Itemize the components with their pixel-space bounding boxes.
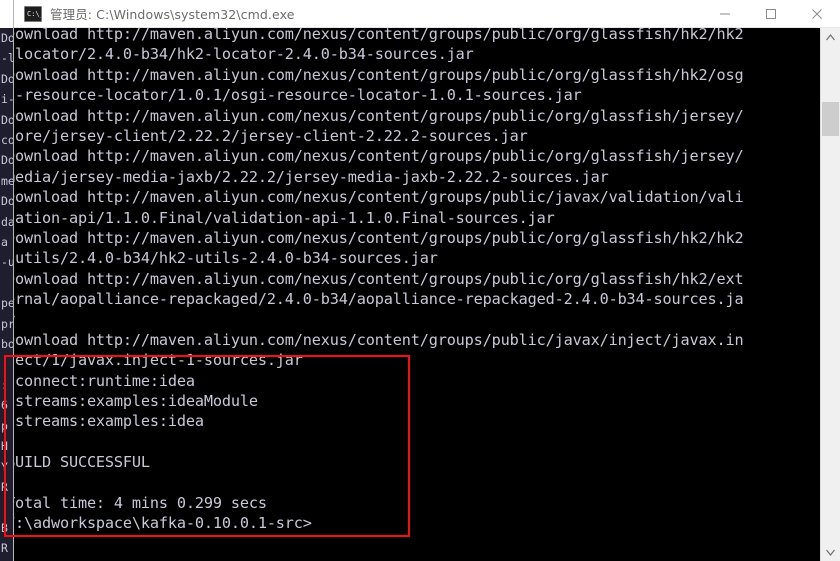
cmd-window[interactable]: C:\_ 管理员: C:\Windows\system32\cmd.exe xyxy=(14,0,840,561)
scroll-thumb[interactable] xyxy=(822,102,839,136)
console-line: F:\adworkspace\kafka-0.10.0.1-src> xyxy=(14,514,312,533)
console-line: Download http://maven.aliyun.com/nexus/c… xyxy=(14,228,744,247)
close-icon xyxy=(812,8,822,19)
console-line: Download http://maven.aliyun.com/nexus/c… xyxy=(14,28,744,43)
background-window-edge-text: Dow -lo Dow i-r Dow cor Dow med Dow da a… xyxy=(1,31,13,556)
scroll-up-arrow-icon[interactable] xyxy=(821,28,840,46)
close-button[interactable] xyxy=(794,0,840,28)
console-line: ject/1/javax.inject-1-sources.jar xyxy=(14,351,303,370)
console-line: dation-api/1.1.0.Final/validation-api-1.… xyxy=(14,208,555,227)
console-line: ernal/aopalliance-repackaged/2.4.0-b34/a… xyxy=(14,290,744,309)
console-line: BUILD SUCCESSFUL xyxy=(14,453,150,472)
minimize-icon xyxy=(720,13,730,14)
window-title: 管理员: C:\Windows\system32\cmd.exe xyxy=(50,7,295,22)
background-window[interactable]: Dow -lo Dow i-r Dow cor Dow med Dow da a… xyxy=(0,0,14,561)
console-line: core/jersey-client/2.22.2/jersey-client-… xyxy=(14,126,528,145)
console-line: :connect:runtime:idea xyxy=(14,371,195,390)
console-line: :streams:examples:ideaModule xyxy=(14,392,258,411)
console-line: -utils/2.4.0-b34/hk2-utils-2.4.0-b34-sou… xyxy=(14,249,438,268)
maximize-button[interactable] xyxy=(748,0,794,28)
screen-root: Dow -lo Dow i-r Dow cor Dow med Dow da a… xyxy=(0,0,840,561)
console-line: Download http://maven.aliyun.com/nexus/c… xyxy=(14,65,744,84)
cmd-console-icon: C:\_ xyxy=(24,5,42,22)
maximize-icon xyxy=(766,8,776,19)
window-controls xyxy=(702,0,840,28)
console-line: i-resource-locator/1.0.1/osgi-resource-l… xyxy=(14,86,582,105)
console-line: media/jersey-media-jaxb/2.22.2/jersey-me… xyxy=(14,167,609,186)
console-line: Download http://maven.aliyun.com/nexus/c… xyxy=(14,106,744,125)
console-line: Download http://maven.aliyun.com/nexus/c… xyxy=(14,147,744,166)
console-line: Total time: 4 mins 0.299 secs xyxy=(14,493,267,512)
title-bar[interactable]: C:\_ 管理员: C:\Windows\system32\cmd.exe xyxy=(14,0,840,28)
console-line: -locator/2.4.0-b34/hk2-locator-2.4.0-b34… xyxy=(14,45,474,64)
scroll-down-arrow-icon[interactable] xyxy=(821,543,840,561)
console-line: r xyxy=(14,309,836,329)
console-line: Download http://maven.aliyun.com/nexus/c… xyxy=(14,188,744,207)
background-window-text-strip: Dow -lo Dow i-r Dow cor Dow med Dow da a… xyxy=(0,28,13,561)
console-text: Download http://maven.aliyun.com/nexus/c… xyxy=(14,28,836,534)
console-line: Download http://maven.aliyun.com/nexus/c… xyxy=(14,269,744,288)
console-output-area[interactable]: Download http://maven.aliyun.com/nexus/c… xyxy=(14,28,840,561)
console-line: :streams:examples:idea xyxy=(14,412,204,431)
console-line: Download http://maven.aliyun.com/nexus/c… xyxy=(14,330,744,349)
console-scrollbar[interactable] xyxy=(820,28,840,561)
minimize-button[interactable] xyxy=(702,0,748,28)
